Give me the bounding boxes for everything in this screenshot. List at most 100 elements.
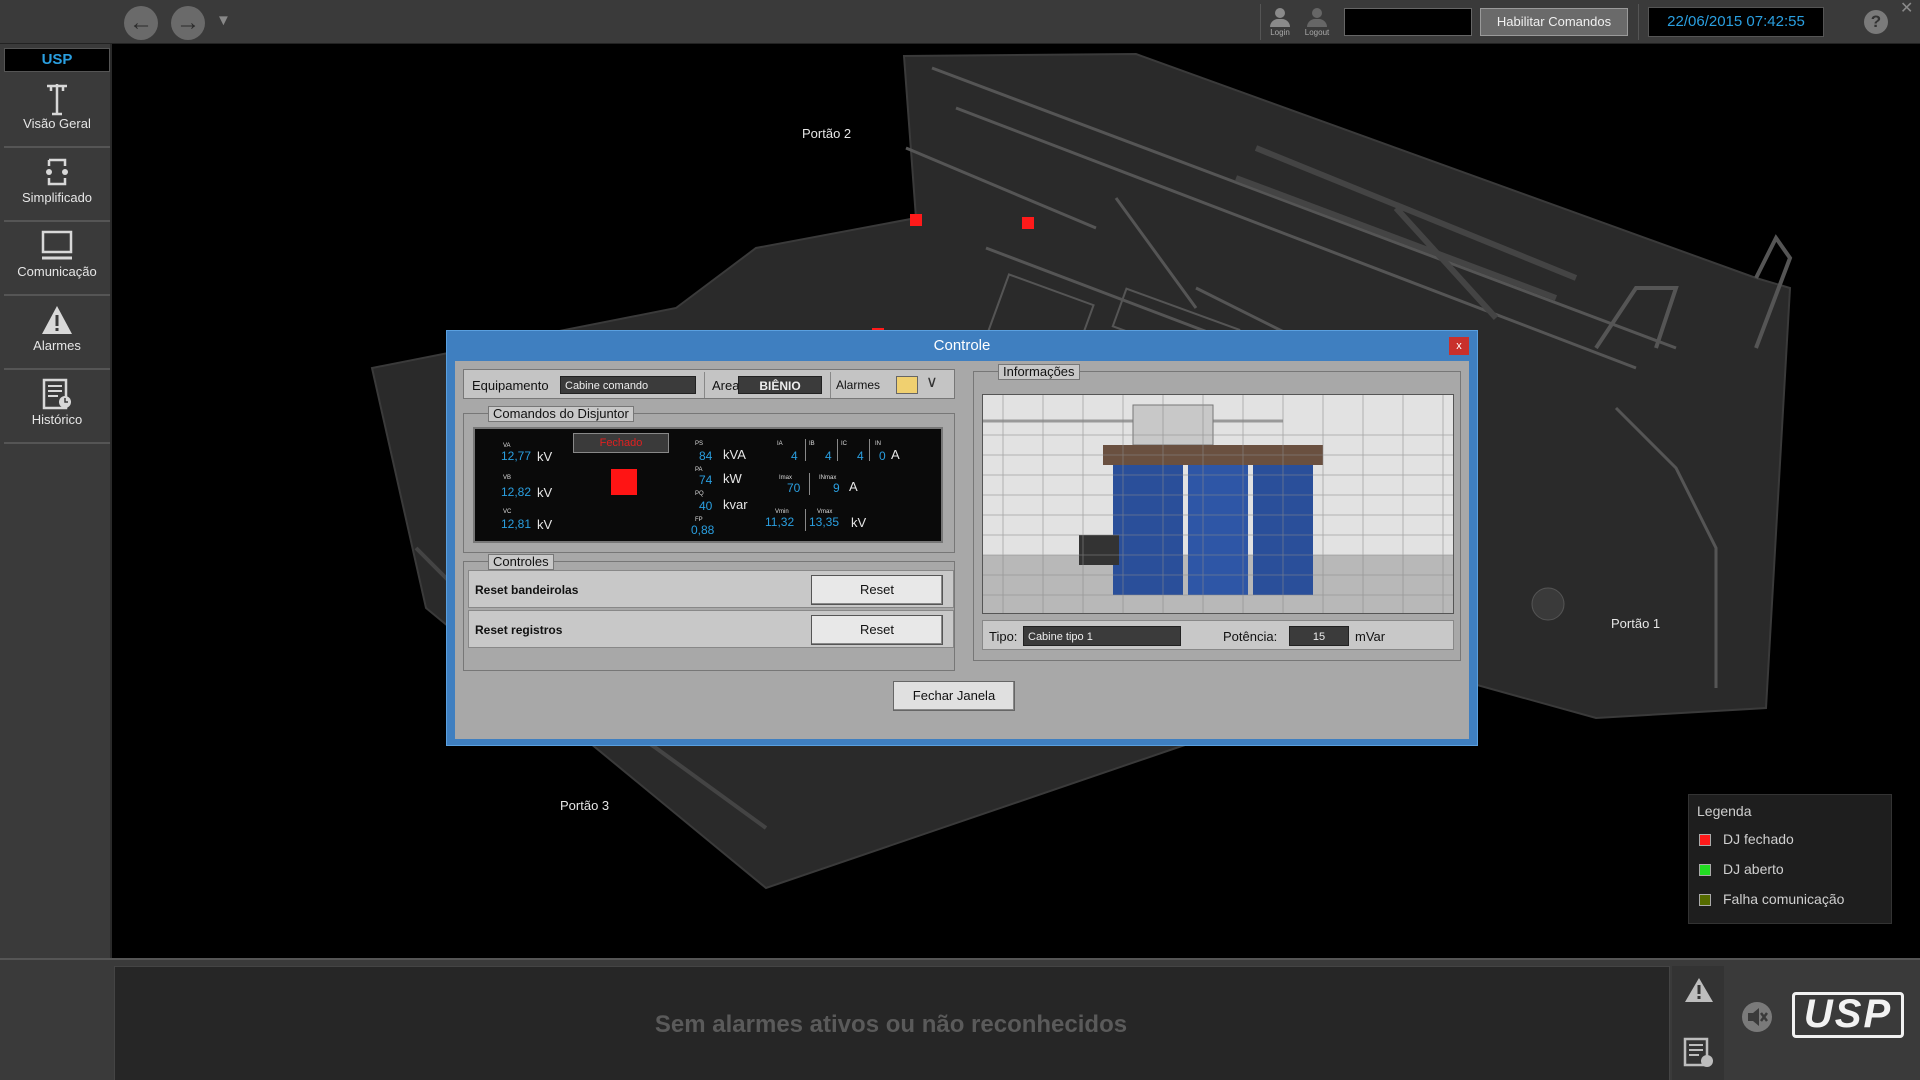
dialog-body: Equipamento Cabine comando Area BIÊNIO A…: [455, 361, 1469, 739]
control-label: Reset bandeirolas: [475, 583, 579, 597]
equipamento-label: Equipamento: [472, 378, 549, 393]
warning-icon: [4, 298, 110, 338]
alarmes-label: Alarmes: [836, 378, 881, 392]
logout-label: Logout: [1304, 28, 1330, 37]
vmax-value: 13,35: [809, 515, 840, 529]
alarm-bar: Sem alarmes ativos ou não reconhecidos U…: [0, 958, 1920, 1080]
map-label-portao3: Portão 3: [560, 798, 610, 813]
pq-value: 40: [699, 499, 713, 513]
breaker-readings-panel: VA 12,77 kV VB 12,82 kV VC 12,81 kV Fech…: [473, 427, 943, 543]
imax-value: 70: [787, 481, 801, 495]
vmin-value: 11,32: [765, 515, 795, 529]
top-toolbar: ← → ▼ Login Logout Habilitar Comandos 22…: [0, 0, 1920, 44]
user-logout-icon: [1312, 8, 1322, 18]
login-button[interactable]: Login: [1264, 4, 1296, 40]
divider: [1260, 4, 1261, 40]
close-icon[interactable]: ✕: [1900, 0, 1913, 18]
map-label-portao2: Portão 2: [802, 126, 852, 141]
controle-dialog: Controle x Equipamento Cabine comando Ar…: [446, 330, 1478, 746]
va-value: 12,77: [501, 449, 532, 463]
legend-label: DJ fechado: [1723, 831, 1794, 847]
ic-value: 4: [857, 449, 864, 463]
arrow-right-icon: →: [176, 9, 200, 36]
usp-logo: USP: [1792, 992, 1904, 1038]
diagram-icon: [4, 150, 110, 190]
area-selector[interactable]: USP: [4, 48, 110, 72]
tipo-value: Cabine tipo 1: [1023, 626, 1181, 646]
breaker-marker[interactable]: [910, 214, 922, 226]
comandos-title: Comandos do Disjuntor: [488, 406, 634, 422]
legend-label: DJ aberto: [1723, 861, 1784, 877]
ib-value: 4: [825, 449, 832, 463]
current-user-field: [1344, 8, 1472, 36]
control-row-registros: Reset registros Reset: [468, 610, 954, 648]
sidebar-item-label: Alarmes: [33, 338, 81, 353]
forward-button[interactable]: →: [171, 6, 205, 40]
legend-swatch-comm-fail: [1699, 894, 1711, 906]
login-label: Login: [1270, 28, 1290, 37]
info-fields: Tipo: Cabine tipo 1 Potência: 15 mVar: [982, 620, 1454, 650]
alarm-message: Sem alarmes ativos ou não reconhecidos: [654, 1011, 1128, 1038]
legend-swatch-open: [1699, 864, 1711, 876]
breaker-state-label: Fechado: [573, 433, 669, 453]
sidebar-item-label: Comunicação: [17, 264, 97, 279]
habilitar-comandos-button[interactable]: Habilitar Comandos: [1480, 8, 1628, 36]
ps-value: 84: [699, 449, 713, 463]
history-icon: [4, 372, 110, 412]
controles-group: Controles Reset bandeirolas Reset Reset …: [463, 554, 955, 671]
pa-value: 74: [699, 473, 713, 487]
user-icon: [1275, 8, 1285, 18]
legend: Legenda DJ fechado DJ aberto Falha comun…: [1688, 794, 1892, 924]
potencia-unit: mVar: [1355, 629, 1386, 644]
alarm-list-icon[interactable]: [896, 376, 918, 394]
control-label: Reset registros: [475, 623, 563, 637]
sidebar-item-historico[interactable]: Histórico: [4, 372, 110, 444]
sidebar-item-visao-geral[interactable]: Visão Geral: [4, 76, 110, 148]
sidebar-item-label: Visão Geral: [23, 116, 91, 131]
logout-button[interactable]: Logout: [1301, 4, 1333, 40]
sidebar-item-label: Simplificado: [21, 190, 93, 205]
tower-icon: [4, 76, 110, 116]
informacoes-title: Informações: [998, 364, 1080, 380]
sidebar-item-label: Histórico: [31, 412, 83, 427]
chevron-down-icon[interactable]: ∨: [926, 372, 938, 392]
monitor-icon: [4, 224, 110, 264]
arrow-left-icon: ←: [129, 9, 153, 36]
vc-value: 12,81: [501, 517, 532, 531]
area-label: Area: [712, 378, 740, 393]
nav-history-dropdown[interactable]: ▼: [216, 12, 231, 29]
fechar-janela-button[interactable]: Fechar Janela: [893, 681, 1015, 711]
reset-bandeirolas-button[interactable]: Reset: [811, 575, 943, 605]
reset-registros-button[interactable]: Reset: [811, 615, 943, 645]
tipo-label: Tipo:: [989, 629, 1018, 644]
sidebar: USP Visão Geral Simplificado Comunicação…: [0, 44, 112, 961]
breaker-marker[interactable]: [1022, 217, 1034, 229]
warning-icon[interactable]: [1684, 976, 1714, 1009]
potencia-label: Potência:: [1223, 629, 1278, 644]
chevron-down-icon: ▼: [216, 12, 231, 29]
legend-swatch-closed: [1699, 834, 1711, 846]
dialog-close-button[interactable]: x: [1449, 337, 1469, 355]
history-icon[interactable]: [1682, 1036, 1716, 1075]
sidebar-item-simplificado[interactable]: Simplificado: [4, 150, 110, 222]
equipment-photo: [982, 394, 1454, 614]
sidebar-item-comunicacao[interactable]: Comunicação: [4, 224, 110, 296]
informacoes-group: Informações Tipo: Cabine tipo 1 Potência…: [973, 364, 1461, 661]
ia-value: 4: [791, 449, 798, 463]
mute-alarm-icon[interactable]: [1740, 1000, 1774, 1039]
potencia-value: 15: [1289, 626, 1349, 646]
legend-label: Falha comunicação: [1723, 891, 1845, 907]
area-value: BIÊNIO: [738, 376, 822, 394]
map-label-portao1: Portão 1: [1611, 616, 1661, 631]
divider: [1638, 4, 1639, 40]
back-button[interactable]: ←: [124, 6, 158, 40]
inmax-value: 9: [833, 481, 840, 495]
help-icon[interactable]: ?: [1864, 10, 1888, 34]
breaker-state-indicator[interactable]: [611, 469, 637, 495]
controles-title: Controles: [488, 554, 554, 570]
fp-value: 0,88: [691, 523, 715, 537]
sidebar-item-alarmes[interactable]: Alarmes: [4, 298, 110, 370]
vb-value: 12,82: [501, 485, 532, 499]
clock-display: 22/06/2015 07:42:55: [1648, 7, 1824, 37]
scada-app: ← → ▼ Login Logout Habilitar Comandos 22…: [0, 0, 1920, 1080]
